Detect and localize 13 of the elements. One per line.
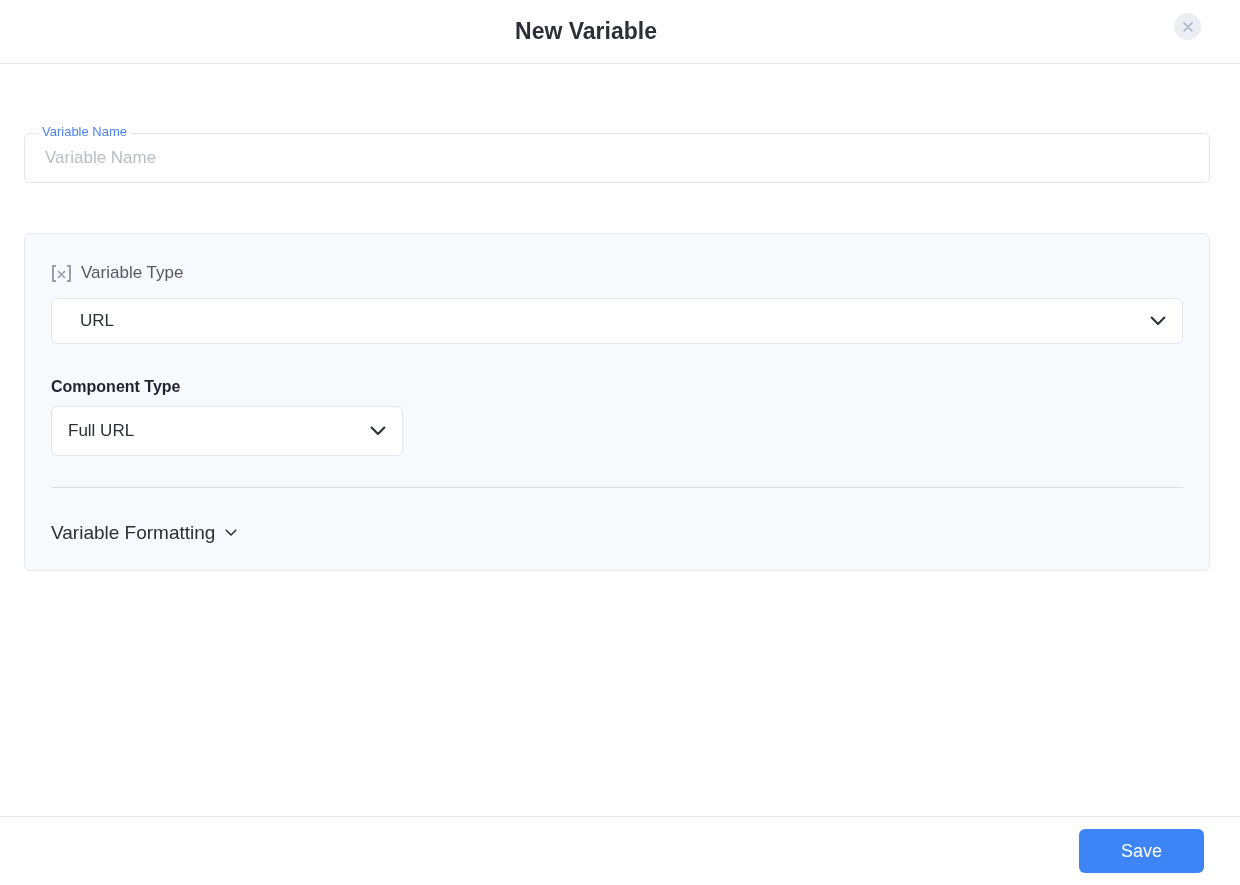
variable-formatting-toggle[interactable]: Variable Formatting	[51, 522, 238, 544]
variable-type-label: Variable Type	[81, 263, 184, 283]
variable-type-dropdown[interactable]: URL	[51, 298, 1183, 344]
close-icon	[1182, 21, 1193, 32]
chevron-icon	[225, 529, 238, 537]
dialog-title: New Variable	[515, 18, 657, 45]
component-type-label: Component Type	[51, 378, 182, 396]
chevron-down-icon	[370, 426, 386, 436]
save-button[interactable]: Save	[1079, 829, 1204, 873]
chevron-down-icon	[1150, 316, 1166, 326]
variable-bracket-icon	[51, 264, 72, 282]
close-button[interactable]	[1174, 13, 1201, 40]
component-type-dropdown[interactable]: Full URL	[51, 406, 403, 456]
